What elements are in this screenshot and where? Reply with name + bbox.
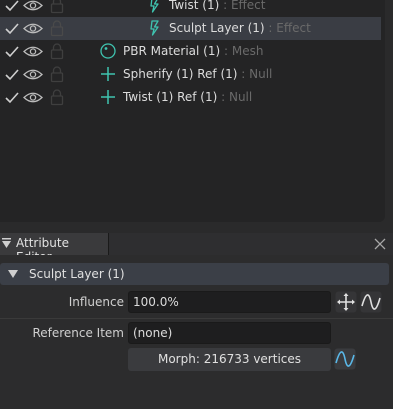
visible-check-icon[interactable]: [4, 0, 20, 13]
eye-icon[interactable]: [23, 68, 43, 81]
null-cross-icon: [101, 67, 115, 81]
reference-item-label: Reference Item: [32, 326, 124, 340]
section-title: Sculpt Layer (1): [29, 267, 125, 281]
lock-icon[interactable]: [50, 0, 64, 14]
lock-icon[interactable]: [50, 66, 64, 83]
section-header-sculpt-layer[interactable]: Sculpt Layer (1): [0, 263, 389, 285]
envelope-wave-icon[interactable]: [334, 348, 356, 370]
attribute-editor-header: Attribute Editor: [0, 233, 393, 264]
morph-button[interactable]: Morph: 216733 vertices: [128, 348, 331, 371]
eye-icon[interactable]: [23, 45, 43, 58]
lock-icon[interactable]: [50, 89, 64, 106]
item-row-pbr-material[interactable]: PBR Material (1) : Mesh: [0, 40, 385, 63]
attribute-divider: [0, 318, 393, 319]
item-row-twist-effect[interactable]: Twist (1) : Effect: [0, 0, 385, 17]
envelope-wave-icon[interactable]: [360, 291, 382, 313]
item-name: Twist (1) Ref (1) : Null: [123, 90, 253, 104]
item-row-twist-ref[interactable]: Twist (1) Ref (1) : Null: [0, 86, 385, 109]
item-name: Spherify (1) Ref (1) : Null: [123, 67, 273, 81]
panel-menu-arrow-icon[interactable]: [2, 238, 11, 249]
influence-label: Influence: [68, 295, 124, 309]
visible-check-icon[interactable]: [4, 68, 20, 82]
item-name: PBR Material (1) : Mesh: [123, 44, 264, 58]
visible-check-icon[interactable]: [4, 91, 20, 105]
close-icon[interactable]: [373, 237, 387, 251]
influence-field[interactable]: 100.0%: [128, 291, 331, 313]
effect-lightning-icon: [150, 20, 159, 36]
collapse-triangle-icon[interactable]: [8, 269, 18, 279]
eye-icon[interactable]: [23, 0, 43, 12]
move-tool-icon[interactable]: [335, 291, 357, 313]
item-row-spherify-ref[interactable]: Spherify (1) Ref (1) : Null: [0, 63, 385, 86]
eye-icon[interactable]: [23, 91, 43, 104]
null-cross-icon: [101, 90, 115, 104]
item-list-panel: Twist (1) : Effect Sculpt Layer (1) : Ef…: [0, 0, 385, 222]
panel-separator: [0, 222, 393, 233]
lock-icon[interactable]: [50, 43, 64, 60]
lock-icon[interactable]: [50, 20, 64, 37]
item-name: Twist (1) : Effect: [169, 0, 266, 12]
item-name: Sculpt Layer (1) : Effect: [169, 21, 311, 35]
visible-check-icon[interactable]: [4, 22, 20, 36]
reference-item-dropdown[interactable]: (none): [128, 322, 331, 344]
eye-icon[interactable]: [23, 22, 43, 35]
material-sphere-icon: [100, 43, 116, 59]
item-row-sculpt-layer[interactable]: Sculpt Layer (1) : Effect: [0, 17, 381, 40]
attribute-editor-tab[interactable]: Attribute Editor: [0, 233, 109, 264]
effect-lightning-icon: [150, 0, 159, 13]
visible-check-icon[interactable]: [4, 45, 20, 59]
